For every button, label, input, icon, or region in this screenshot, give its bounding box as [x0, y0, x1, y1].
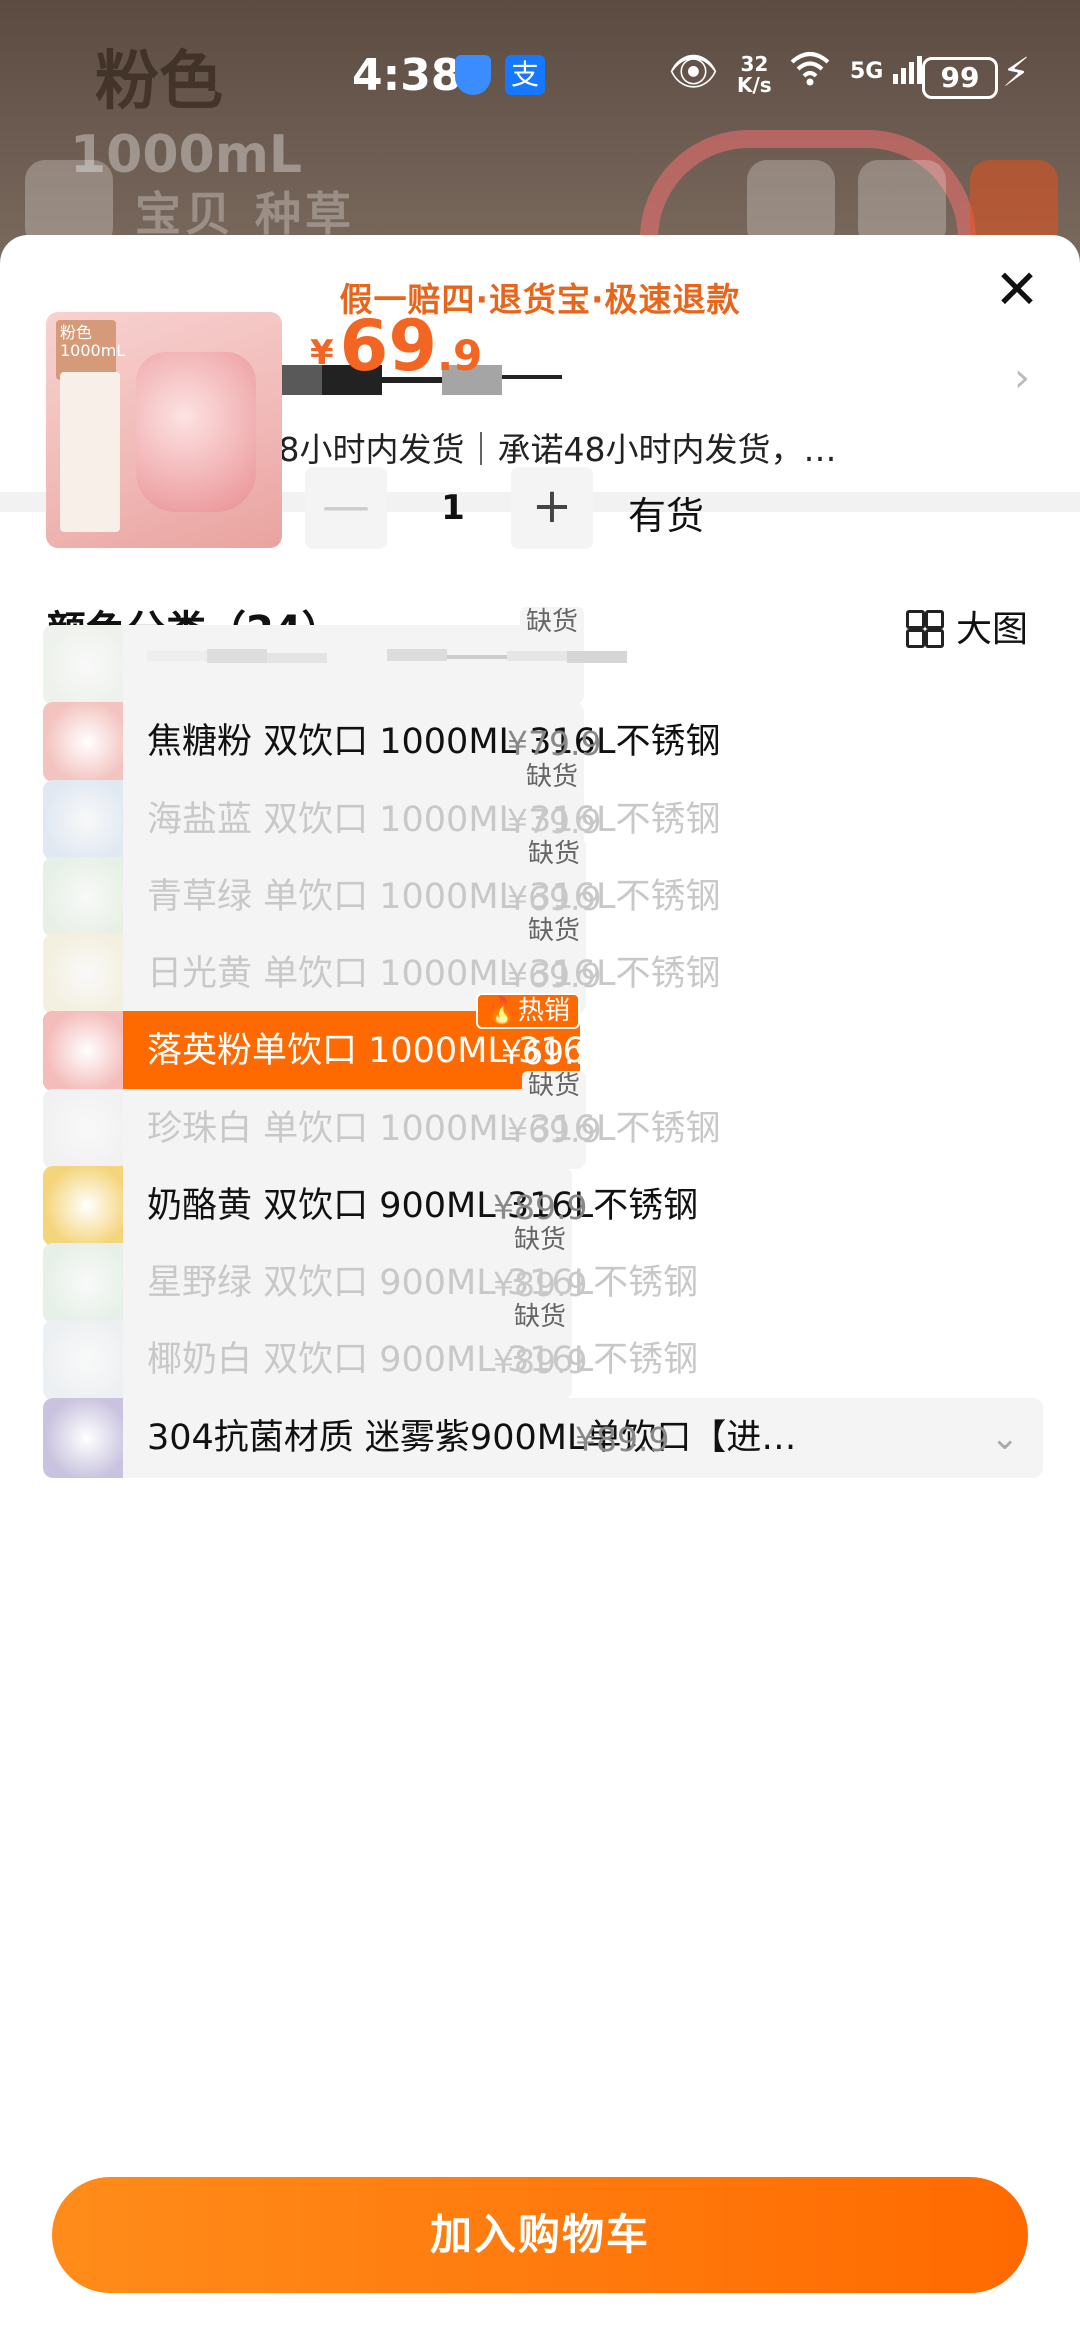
out-of-stock-badge: 缺货: [507, 1225, 572, 1255]
wifi-icon: [788, 48, 832, 88]
alipay-icon: 支: [505, 55, 545, 95]
close-button[interactable]: ✕: [992, 263, 1042, 317]
color-option[interactable]: 珍珠白 单饮口 1000ML 316L不锈钢 ¥69.9 缺货: [43, 1071, 720, 1169]
price-integer: 69: [339, 305, 438, 387]
thumb-tag: 粉色 1000mL: [56, 320, 125, 380]
option-thumbnail: [43, 1166, 123, 1246]
out-of-stock-badge: 缺货: [521, 1071, 586, 1101]
color-option[interactable]: 海盐蓝 双饮口 1000ML 316L不锈钢 ¥79.9 缺货: [43, 762, 720, 860]
stock-status: 有货: [628, 494, 705, 538]
option-price: ¥89.9: [575, 1420, 670, 1459]
big-image-toggle[interactable]: 大图: [906, 600, 1028, 652]
color-option[interactable]: 星野绿 双饮口 900ML 316L不锈钢 ¥89.9 缺货: [43, 1225, 698, 1323]
option-thumbnail: [43, 1320, 123, 1400]
signal-icon: 5G: [850, 54, 927, 94]
option-thumbnail: [43, 934, 123, 1014]
color-option[interactable]: 焦糖粉 双饮口 1000ML 316L不锈钢 ¥79.9: [43, 702, 720, 782]
eye-icon: 👁: [668, 49, 719, 95]
quantity-plus-button[interactable]: +: [511, 467, 593, 549]
shield-icon: [455, 55, 491, 95]
chevron-right-icon: ›: [1014, 355, 1030, 401]
status-bar: 4:38 支 👁 32 K/s 5G 99 ⚡: [0, 0, 1080, 140]
hot-sale-badge: 🔥热销: [475, 993, 580, 1029]
signal-type: 5G: [850, 59, 884, 84]
option-label: 焦糖粉 双饮口 1000ML 316L不锈钢: [147, 722, 721, 762]
option-thumbnail: [43, 780, 123, 860]
option-thumbnail: [43, 1011, 123, 1091]
color-option[interactable]: 落英粉单饮口 1000ML 316L不锈钢 ¥69.9 🔥热销: [43, 993, 709, 1091]
price: ¥69.9: [310, 305, 482, 387]
charging-icon: ⚡: [1002, 50, 1031, 96]
option-price: ¥89.9: [493, 1342, 588, 1381]
option-thumbnail: [43, 702, 123, 782]
out-of-stock-badge: 缺货: [521, 916, 586, 946]
net-speed: 32 K/s: [737, 52, 772, 97]
color-option[interactable]: 304抗菌材质 迷雾紫900ML单饮口【进… ¥89.9 ⌄: [43, 1398, 1043, 1478]
option-label: 珍珠白 单饮口 1000ML 316L不锈钢: [147, 1109, 721, 1149]
color-option[interactable]: 椰奶白 双饮口 900ML 316L不锈钢 ¥89.9 缺货: [43, 1302, 698, 1400]
price-currency: ¥: [310, 333, 334, 373]
out-of-stock-badge: 缺货: [521, 839, 586, 869]
battery-icon: 99: [922, 57, 998, 99]
thumb-bottle: [136, 352, 256, 512]
option-label: 落英粉单饮口 1000ML 316L不锈钢: [147, 1031, 710, 1071]
grid-icon: [906, 610, 944, 648]
net-speed-value: 32: [740, 52, 769, 76]
color-option[interactable]: 青草绿 单饮口 1000ML 316L不锈钢 ¥69.9 缺货: [43, 839, 720, 937]
option-label: 奶酪黄 双饮口 900ML 316L不锈钢: [147, 1186, 699, 1226]
status-time: 4:38: [352, 50, 462, 101]
redacted-option-label: [147, 647, 627, 663]
product-thumbnail[interactable]: 粉色 1000mL: [46, 312, 282, 548]
chevron-down-icon[interactable]: ⌄: [991, 1398, 1020, 1478]
out-of-stock-badge: 缺货: [519, 762, 584, 792]
option-thumbnail: [43, 625, 123, 705]
out-of-stock-badge: 缺货: [519, 607, 584, 637]
color-option[interactable]: 缺货: [43, 607, 627, 705]
big-image-label: 大图: [956, 609, 1029, 650]
out-of-stock-badge: 缺货: [507, 1302, 572, 1332]
color-option[interactable]: 奶酪黄 双饮口 900ML 316L不锈钢 ¥89.9: [43, 1166, 698, 1246]
option-label: 青草绿 单饮口 1000ML 316L不锈钢: [147, 877, 721, 917]
option-label: 304抗菌材质 迷雾紫900ML单饮口【进…: [147, 1418, 797, 1458]
option-price: ¥69.9: [507, 1111, 602, 1150]
add-to-cart-button[interactable]: 加入购物车: [52, 2177, 1028, 2293]
option-label: 日光黄 单饮口 1000ML 316L不锈钢: [147, 954, 721, 994]
option-thumbnail: [43, 857, 123, 937]
thumb-side-card: [60, 372, 120, 532]
option-thumbnail: [43, 1243, 123, 1323]
option-thumbnail: [43, 1089, 123, 1169]
option-label: 椰奶白 双饮口 900ML 316L不锈钢: [147, 1340, 699, 1380]
option-label: 海盐蓝 双饮口 1000ML 316L不锈钢: [147, 800, 721, 840]
quantity-value: 1: [441, 488, 465, 528]
option-thumbnail: [43, 1398, 123, 1478]
price-decimal: .9: [437, 331, 483, 380]
quantity-minus-button[interactable]: —: [305, 467, 387, 549]
option-label: 星野绿 双饮口 900ML 316L不锈钢: [147, 1263, 699, 1303]
net-speed-unit: K/s: [737, 73, 772, 97]
